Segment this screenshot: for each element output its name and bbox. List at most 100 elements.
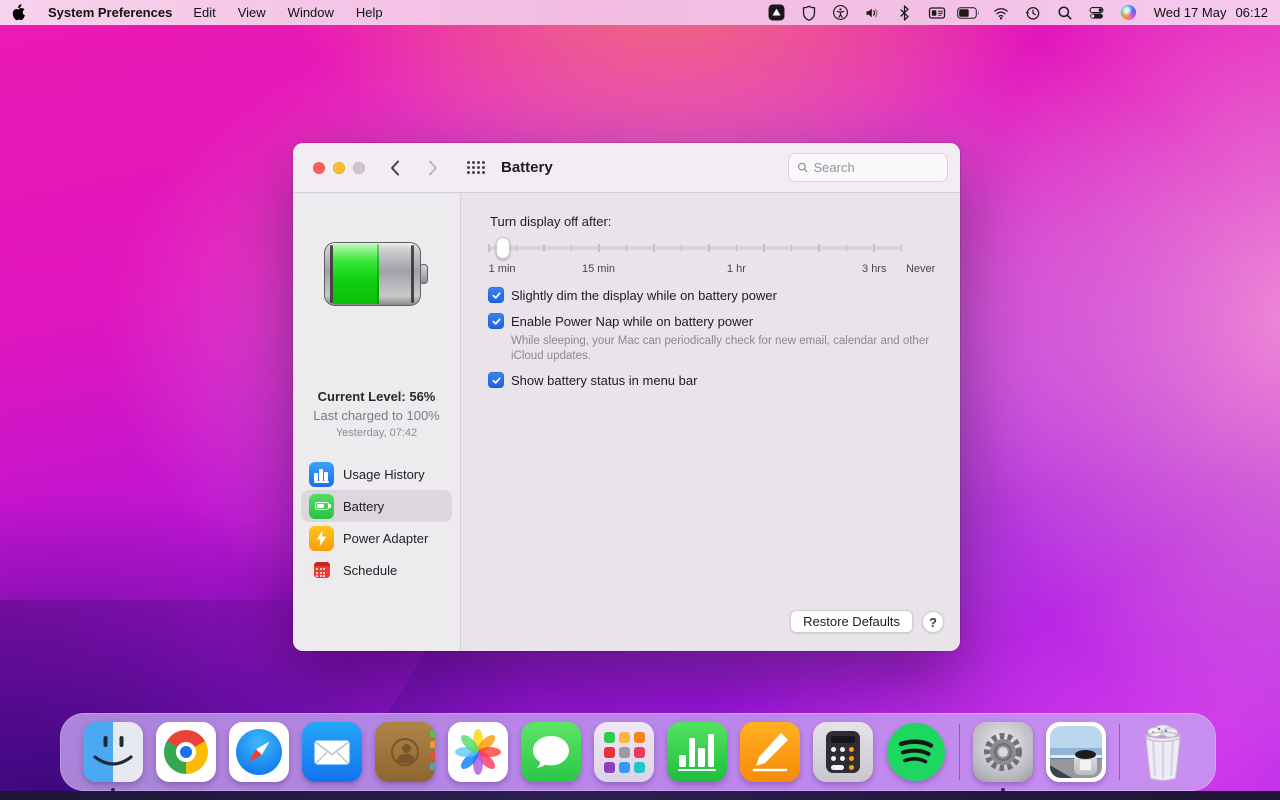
checkbox-row-battery-status[interactable]: Show battery status in menu bar (488, 372, 697, 388)
checkbox-label: Slightly dim the display while on batter… (511, 287, 777, 303)
current-level-text: Current Level: 56% (317, 389, 436, 404)
window-titlebar[interactable]: Battery (293, 143, 960, 193)
triangle-app-icon[interactable] (764, 2, 790, 24)
dock-item-chrome[interactable] (156, 722, 216, 782)
numbers-icon (667, 722, 727, 782)
sidebar-item-usage-history[interactable]: Usage History (301, 458, 452, 490)
display-off-label: Turn display off after: (490, 214, 612, 229)
checkbox-row-power-nap[interactable]: Enable Power Nap while on battery power (488, 313, 753, 329)
dock-item-spotify[interactable] (886, 722, 946, 782)
slider-ticks (488, 244, 902, 252)
clock-date: Wed 17 May (1153, 5, 1227, 20)
dock-item-messages[interactable] (521, 722, 581, 782)
checkbox-checked-icon[interactable] (488, 372, 504, 388)
sidebar-item-battery[interactable]: Battery (301, 490, 452, 522)
menu-window[interactable]: Window (277, 0, 345, 25)
close-button[interactable] (313, 161, 325, 174)
sidebar-item-label: Battery (343, 498, 385, 514)
checkbox-checked-icon[interactable] (488, 313, 504, 329)
wallpaper-bottom-edge (0, 791, 1280, 800)
trash-full-icon (1145, 724, 1181, 781)
menu-app-name[interactable]: System Preferences (38, 0, 182, 25)
system-preferences-icon (973, 722, 1033, 782)
pictures-icon (1046, 722, 1106, 782)
dock-item-contacts[interactable] (375, 722, 435, 782)
back-button[interactable] (383, 156, 407, 180)
forward-button-disabled (421, 156, 445, 180)
display-off-slider[interactable] (488, 236, 902, 260)
running-indicator (111, 788, 115, 792)
help-button[interactable]: ? (922, 611, 944, 633)
dock-item-trash[interactable] (1133, 722, 1193, 782)
siri-icon[interactable] (1116, 2, 1142, 24)
menu-view[interactable]: View (227, 0, 277, 25)
power-adapter-icon (309, 525, 334, 551)
time-machine-icon[interactable] (1020, 2, 1046, 24)
contacts-icon (375, 722, 435, 782)
battery-terminal (420, 264, 428, 284)
sidebar-item-power-adapter[interactable]: Power Adapter (301, 522, 452, 554)
menu-bar-clock[interactable]: Wed 17 May 06:12 (1154, 5, 1268, 20)
search-input[interactable] (813, 160, 939, 175)
last-charged-text: Last charged to 100% (313, 408, 440, 423)
battery-icon (309, 493, 334, 519)
running-indicator (1001, 788, 1005, 792)
last-charged-time: Yesterday, 07:42 (335, 427, 418, 439)
schedule-icon (309, 557, 334, 583)
minimize-button[interactable] (333, 161, 345, 174)
search-field[interactable] (788, 153, 948, 182)
checkbox-label: Enable Power Nap while on battery power (511, 313, 754, 329)
menu-edit[interactable]: Edit (182, 0, 226, 25)
apple-menu[interactable] (0, 4, 38, 21)
bluetooth-icon[interactable] (892, 2, 918, 24)
dock-divider (959, 724, 960, 780)
finder-icon (83, 722, 143, 782)
safari-icon (229, 722, 289, 782)
tick-label-1min: 1 min (488, 263, 516, 275)
sidebar-item-label: Schedule (343, 562, 398, 578)
checkbox-checked-icon[interactable] (488, 287, 504, 303)
photos-icon (448, 722, 508, 782)
spotify-icon (887, 723, 945, 781)
accessibility-icon[interactable] (828, 2, 854, 24)
restore-defaults-button[interactable]: Restore Defaults (790, 610, 913, 633)
checkbox-row-dim-display[interactable]: Slightly dim the display while on batter… (488, 287, 777, 303)
dock-item-mail[interactable] (302, 722, 362, 782)
input-source-icon[interactable] (924, 2, 950, 24)
tick-label-never: Never (905, 263, 936, 275)
clock-time: 06:12 (1235, 5, 1268, 20)
power-nap-description: While sleeping, your Mac can periodicall… (511, 335, 930, 362)
volume-icon[interactable] (860, 2, 886, 24)
calculator-icon (813, 722, 873, 782)
tick-label-15min: 15 min (582, 263, 616, 275)
location-shield-icon[interactable] (796, 2, 822, 24)
dock-item-launchpad[interactable] (594, 722, 654, 782)
spotlight-icon[interactable] (1052, 2, 1078, 24)
apple-icon (12, 4, 25, 21)
battery-pane: Turn display off after: 1 min 15 min 1 h… (461, 194, 960, 651)
dock-item-safari[interactable] (229, 722, 289, 782)
messages-icon (521, 722, 581, 782)
show-all-grid-icon[interactable] (467, 160, 486, 175)
zoom-button-disabled (353, 161, 365, 174)
dock-item-photos[interactable] (448, 722, 508, 782)
slider-thumb[interactable] (495, 237, 510, 259)
dock-item-pages[interactable] (740, 722, 800, 782)
battery-fill-56-percent (333, 244, 379, 304)
dock-item-finder[interactable] (83, 722, 143, 792)
slider-tick-labels: 1 min 15 min 1 hr 3 hrs Never (488, 263, 936, 277)
dock-item-pictures[interactable] (1046, 722, 1106, 782)
tick-label-1hr: 1 hr (726, 263, 746, 275)
checkbox-label: Show battery status in menu bar (511, 372, 698, 388)
pages-icon (740, 722, 800, 782)
sidebar-item-schedule[interactable]: Schedule (301, 554, 452, 586)
wifi-icon[interactable] (988, 2, 1014, 24)
dock-item-system-preferences[interactable] (973, 722, 1033, 792)
sidebar-item-label: Usage History (343, 466, 425, 482)
control-center-icon[interactable] (1084, 2, 1110, 24)
dock-item-calculator[interactable] (813, 722, 873, 782)
dock-item-numbers[interactable] (667, 722, 727, 782)
menu-help[interactable]: Help (345, 0, 394, 25)
battery-status-icon[interactable] (956, 2, 982, 24)
jar-graphic (1074, 750, 1097, 775)
